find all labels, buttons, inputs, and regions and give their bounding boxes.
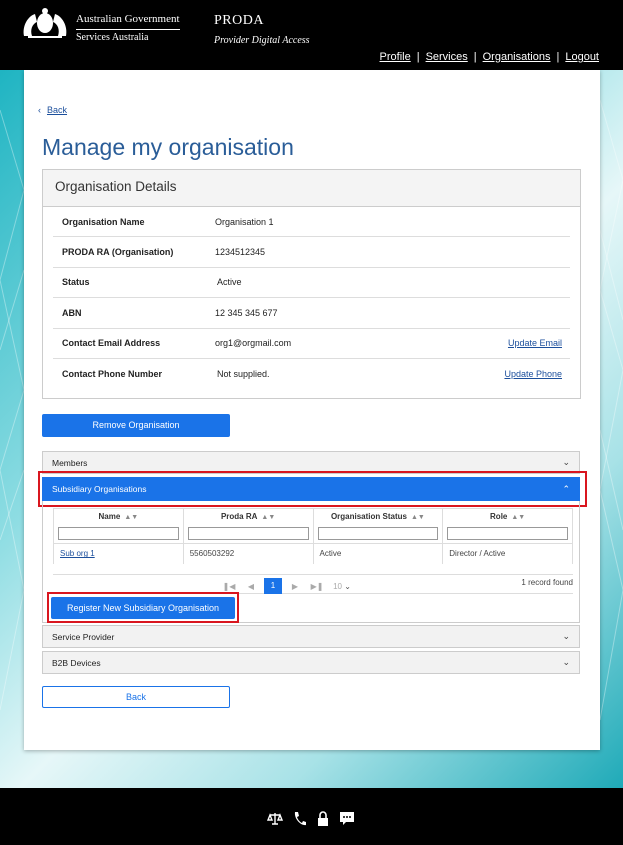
detail-row: ABN 12 345 345 677 xyxy=(53,298,570,329)
sort-icon: ▲▼ xyxy=(511,514,526,522)
sort-icon: ▲▼ xyxy=(261,514,276,522)
filter-status-input[interactable] xyxy=(317,527,439,541)
site-header: Australian Government Services Australia… xyxy=(0,0,623,70)
cell-status: Active xyxy=(313,543,444,564)
detail-row: Status Active xyxy=(53,268,570,299)
column-header-role[interactable]: Role ▲▼ xyxy=(442,508,573,525)
top-navigation: Profile | Services | Organisations | Logout xyxy=(379,51,599,63)
detail-row: PRODA RA (Organisation) 1234512345 xyxy=(53,237,570,268)
nav-organisations[interactable]: Organisations xyxy=(483,51,551,63)
nav-profile[interactable]: Profile xyxy=(380,51,411,63)
lock-icon[interactable] xyxy=(317,811,329,827)
column-header-organisation-status[interactable]: Organisation Status ▲▼ xyxy=(313,508,444,525)
detail-label: Organisation Name xyxy=(62,216,145,227)
detail-row: Contact Email Address org1@orgmail.com U… xyxy=(53,329,570,359)
main-card: ‹ Back Manage my organisation Organisati… xyxy=(24,70,600,750)
panel-heading: Organisation Details xyxy=(43,170,580,207)
cell-role: Director / Active xyxy=(442,543,573,564)
update-email-link[interactable]: Update Email xyxy=(508,338,562,348)
filter-proda-ra-input[interactable] xyxy=(187,527,309,541)
table-footer: ❚◀ ◀ 1 ▶ ▶❚ 10 ⌄ 1 record found xyxy=(53,574,573,594)
filter-role-input[interactable] xyxy=(447,527,568,541)
detail-label: ABN xyxy=(62,307,82,318)
next-page-icon[interactable]: ▶ xyxy=(284,582,306,591)
records-found: 1 record found xyxy=(521,578,573,587)
update-phone-link[interactable]: Update Phone xyxy=(504,369,562,379)
app-title: PRODA xyxy=(214,13,264,28)
sort-icon: ▲▼ xyxy=(410,514,425,522)
chat-icon[interactable] xyxy=(339,811,355,827)
government-brand: Australian Government Services Australia xyxy=(76,13,180,44)
back-link[interactable]: ‹ Back xyxy=(38,105,67,115)
scales-icon[interactable] xyxy=(267,811,283,827)
site-footer xyxy=(0,788,623,845)
chevron-down-icon: ⌄ xyxy=(562,657,570,667)
sub-org-link[interactable]: Sub org 1 xyxy=(60,549,95,558)
detail-value: Organisation 1 xyxy=(215,216,274,227)
app-subtitle: Provider Digital Access xyxy=(214,35,310,46)
detail-value: Active xyxy=(217,277,242,288)
detail-value: Not supplied. xyxy=(217,369,270,380)
detail-label: Contact Phone Number xyxy=(62,369,163,380)
filter-name-input[interactable] xyxy=(58,527,179,541)
nav-logout[interactable]: Logout xyxy=(565,51,599,63)
page-title: Manage my organisation xyxy=(42,134,294,160)
accordion-label: Members xyxy=(52,457,88,468)
detail-label: PRODA RA (Organisation) xyxy=(62,247,174,258)
detail-label: Status xyxy=(62,277,90,288)
app-brand: PRODA Provider Digital Access xyxy=(214,13,310,46)
cell-proda-ra: 5560503292 xyxy=(183,543,314,564)
detail-row: Organisation Name Organisation 1 xyxy=(53,207,570,238)
chevron-down-icon: ⌄ xyxy=(562,457,570,467)
column-header-name[interactable]: Name ▲▼ xyxy=(53,508,184,525)
page-number[interactable]: 1 xyxy=(264,578,282,594)
coat-of-arms-icon xyxy=(23,8,67,38)
subsidiary-table: Name ▲▼ Proda RA ▲▼ Organisation Status ▲▼ … xyxy=(53,508,573,564)
detail-label: Contact Email Address xyxy=(62,338,161,349)
page-size-select[interactable]: 10 ⌄ xyxy=(328,582,356,591)
highlight-box xyxy=(47,592,239,623)
chevron-down-icon: ⌄ xyxy=(562,631,570,641)
detail-value: 12 345 345 677 xyxy=(215,307,278,318)
detail-value: 1234512345 xyxy=(215,247,266,258)
accordion-service-provider[interactable]: Service Provider ⌄ xyxy=(42,625,580,648)
last-page-icon[interactable]: ▶❚ xyxy=(306,582,328,591)
accordion-label: B2B Devices xyxy=(52,657,101,668)
detail-value: org1@orgmail.com xyxy=(215,338,292,349)
remove-organisation-button[interactable]: Remove Organisation xyxy=(42,414,230,437)
table-row: Sub org 1 5560503292 Active Director / A… xyxy=(53,543,573,564)
accordion-label: Service Provider xyxy=(52,631,115,642)
government-name: Australian Government xyxy=(76,13,180,25)
organisation-details-panel: Organisation Details Organisation Name O… xyxy=(42,169,581,399)
detail-row: Contact Phone Number Not supplied. Updat… xyxy=(53,359,570,389)
prev-page-icon[interactable]: ◀ xyxy=(240,582,262,591)
back-link-label: Back xyxy=(47,105,68,115)
chevron-left-icon: ‹ xyxy=(38,105,41,115)
first-page-icon[interactable]: ❚◀ xyxy=(218,582,240,591)
sort-icon: ▲▼ xyxy=(124,514,139,522)
phone-icon[interactable] xyxy=(293,811,307,827)
nav-services[interactable]: Services xyxy=(426,51,468,63)
accordion-b2b-devices[interactable]: B2B Devices ⌄ xyxy=(42,651,580,674)
column-header-proda-ra[interactable]: Proda RA ▲▼ xyxy=(183,508,314,525)
agency-name: Services Australia xyxy=(76,29,180,44)
back-button[interactable]: Back xyxy=(42,686,230,708)
